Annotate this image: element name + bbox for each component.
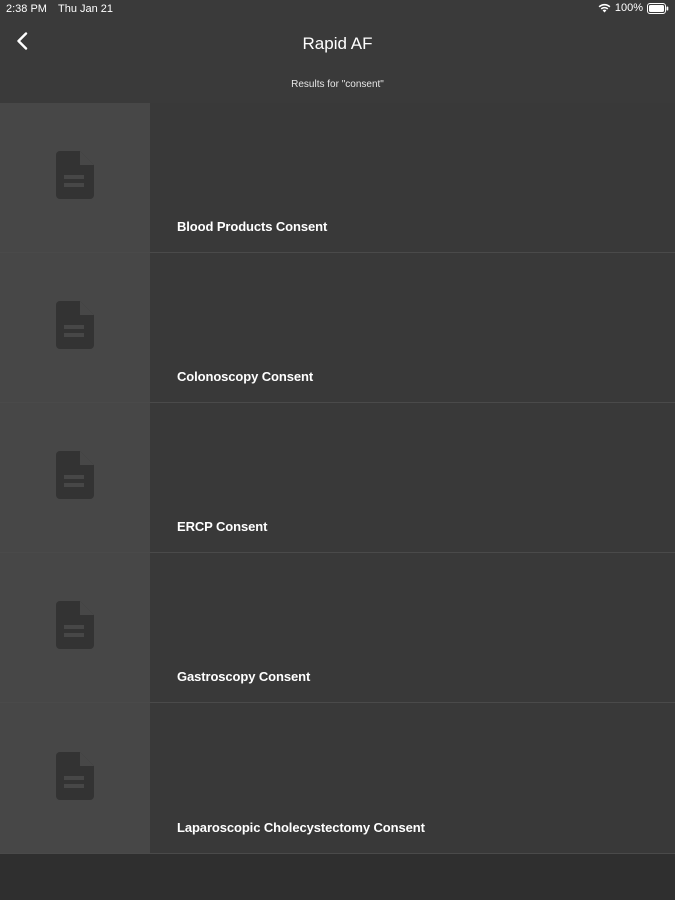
page-title: Rapid AF — [302, 34, 373, 53]
wifi-icon — [598, 3, 611, 13]
document-icon — [56, 601, 94, 654]
row-thumbnail — [0, 253, 150, 402]
bottom-area — [0, 857, 675, 900]
document-icon — [56, 451, 94, 504]
row-thumbnail — [0, 553, 150, 702]
list-item[interactable]: Blood Products Consent — [0, 103, 675, 253]
screen: 2:38 PM Thu Jan 21 100% Rapid AF Results… — [0, 0, 675, 900]
battery-icon — [647, 2, 669, 14]
status-date: Thu Jan 21 — [58, 3, 114, 15]
list-item[interactable]: Colonoscopy Consent — [0, 253, 675, 403]
list-item[interactable]: ERCP Consent — [0, 403, 675, 553]
list-item[interactable]: Laparoscopic Cholecystectomy Consent — [0, 703, 675, 854]
list-item-label: Blood Products Consent — [177, 219, 328, 234]
row-thumbnail — [0, 403, 150, 552]
row-thumbnail — [0, 103, 150, 252]
search-results-subtitle: Results for "consent" — [291, 79, 384, 90]
document-icon — [56, 751, 94, 805]
document-icon — [56, 151, 94, 204]
list-item-label: Laparoscopic Cholecystectomy Consent — [177, 820, 425, 835]
status-time: 2:38 PM — [6, 3, 47, 15]
nav-bar: Rapid AF Results for "consent" — [0, 18, 675, 103]
list-item-label: Gastroscopy Consent — [177, 669, 311, 684]
list-item-label: ERCP Consent — [177, 519, 268, 534]
document-icon — [56, 301, 94, 354]
list-item-label: Colonoscopy Consent — [177, 369, 314, 384]
row-thumbnail — [0, 703, 150, 853]
results-list: Blood Products Consent Colonoscopy Conse… — [0, 103, 675, 854]
list-item[interactable]: Gastroscopy Consent — [0, 553, 675, 703]
battery-percent: 100% — [614, 2, 643, 14]
status-right: 100% — [598, 2, 669, 14]
status-bar: 2:38 PM Thu Jan 21 100% — [0, 0, 675, 18]
